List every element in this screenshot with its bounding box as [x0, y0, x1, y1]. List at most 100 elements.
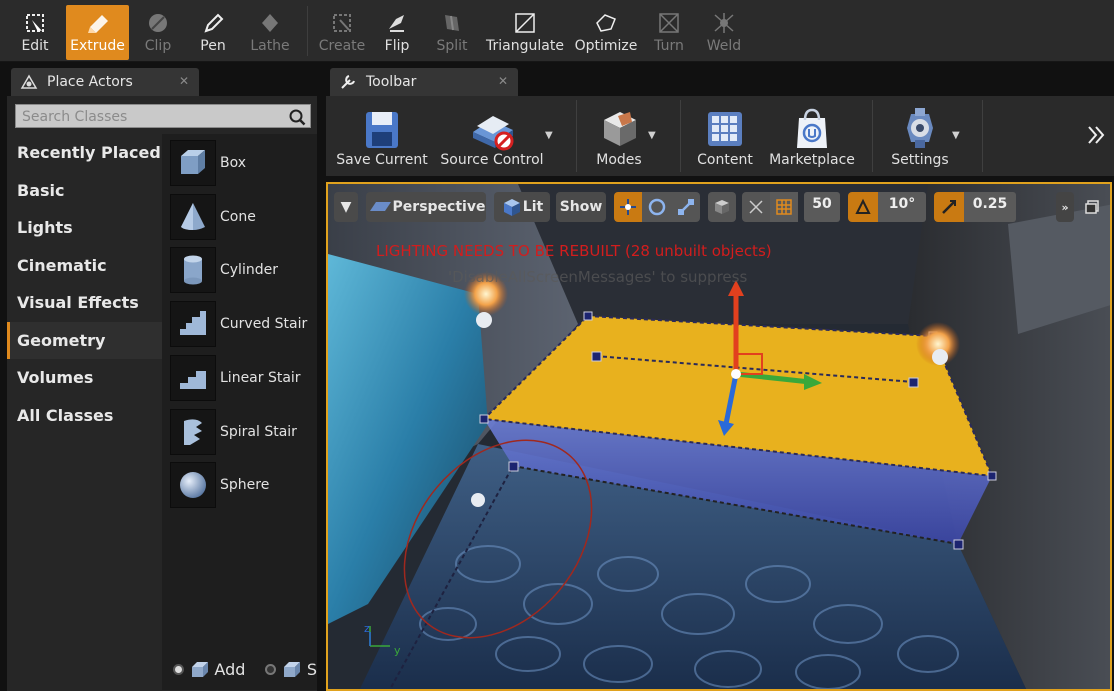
translate-mode-button[interactable] — [614, 192, 642, 222]
optimize-icon — [596, 14, 616, 32]
edit-icon — [26, 14, 44, 32]
settings-button[interactable]: Settings — [886, 102, 954, 172]
add-label: Add — [214, 659, 246, 679]
edit-tool-button[interactable]: Edit — [10, 5, 60, 60]
tab-toolbar[interactable]: Toolbar ✕ — [330, 68, 518, 96]
rotation-snap-value[interactable]: 10° — [878, 192, 926, 222]
extrude-icon — [87, 15, 108, 33]
restore-icon — [1085, 200, 1099, 214]
scale-snap-icon — [942, 200, 956, 214]
marketplace-button[interactable]: Marketplace — [766, 102, 858, 172]
chevron-right-icon: » — [1061, 200, 1069, 214]
lathe-tool-button[interactable]: Lathe — [244, 5, 296, 60]
category-cinematic[interactable]: Cinematic — [7, 247, 162, 285]
create-tool-button[interactable]: Create — [316, 5, 368, 60]
modes-icon — [604, 112, 636, 146]
turn-tool-button[interactable]: Turn — [646, 5, 692, 60]
curved-stair-icon — [170, 301, 216, 347]
flip-tool-button[interactable]: Flip — [374, 5, 420, 60]
save-current-button[interactable]: Save Current — [332, 102, 432, 172]
category-recently-placed[interactable]: Recently Placed — [7, 134, 162, 172]
modes-button[interactable]: Modes — [588, 102, 650, 172]
spiral-stair-icon — [170, 409, 216, 455]
actor-item-sphere[interactable]: Sphere — [170, 462, 269, 508]
rotate-mode-button[interactable] — [642, 192, 672, 222]
search-box — [15, 104, 311, 128]
clip-tool-button[interactable]: Clip — [135, 5, 181, 60]
lighting-warning-hint: 'DisableAllScreenMessages' to suppress — [448, 268, 748, 286]
cylinder-icon — [170, 247, 216, 293]
lit-button[interactable]: Lit — [494, 192, 550, 222]
world-local-button[interactable] — [708, 192, 736, 222]
subtract-brush-icon — [284, 662, 301, 677]
actor-item-curved-stair[interactable]: Curved Stair — [170, 301, 307, 347]
svg-text:y: y — [394, 644, 401, 657]
toolbar-divider — [576, 100, 577, 172]
scale-snap-value[interactable]: 0.25 — [964, 192, 1016, 222]
viewport-options-button[interactable]: ▼ — [334, 192, 358, 222]
place-actors-icon — [20, 74, 38, 89]
actor-item-box[interactable]: Box — [170, 140, 246, 186]
source-control-dropdown-icon[interactable]: ▼ — [545, 130, 553, 141]
category-list: Recently Placed Basic Lights Cinematic V… — [7, 134, 162, 434]
scale-snap-toggle[interactable] — [934, 192, 964, 222]
pen-tool-button[interactable]: Pen — [190, 5, 236, 60]
content-button[interactable]: Content — [692, 102, 758, 172]
search-input[interactable] — [22, 107, 282, 127]
box-icon — [170, 140, 216, 186]
toolbar-divider — [872, 100, 873, 172]
grid-snap-value[interactable]: 50 — [804, 192, 840, 222]
subtract-radio[interactable] — [265, 663, 277, 675]
scale-mode-button[interactable] — [672, 192, 700, 222]
rotation-snap-toggle[interactable] — [848, 192, 878, 222]
toolbar-divider — [680, 100, 681, 172]
split-tool-button[interactable]: Split — [428, 5, 476, 60]
tab-label: Toolbar — [366, 74, 417, 90]
category-volumes[interactable]: Volumes — [7, 359, 162, 397]
maximize-viewport-button[interactable] — [1080, 192, 1104, 222]
grid-snap-toggle[interactable] — [770, 192, 798, 222]
actor-item-spiral-stair[interactable]: Spiral Stair — [170, 409, 297, 455]
show-button[interactable]: Show — [556, 192, 606, 222]
turn-icon — [659, 13, 679, 33]
modes-dropdown-icon[interactable]: ▼ — [648, 130, 656, 141]
marketplace-icon — [797, 108, 827, 148]
close-icon[interactable]: ✕ — [179, 74, 189, 88]
add-radio[interactable] — [173, 663, 184, 675]
expand-toolbar-icon[interactable] — [1086, 124, 1106, 146]
actor-item-cone[interactable]: Cone — [170, 194, 256, 240]
cone-icon — [170, 194, 216, 240]
weld-tool-button[interactable]: Weld — [700, 5, 748, 60]
viewport-more-button[interactable]: » — [1056, 192, 1074, 222]
scene-render[interactable]: z y — [328, 184, 1112, 691]
category-lights[interactable]: Lights — [7, 209, 162, 247]
place-actors-panel: Recently Placed Basic Lights Cinematic V… — [7, 96, 317, 691]
scale-icon — [678, 199, 694, 215]
category-all-classes[interactable]: All Classes — [7, 397, 162, 435]
source-control-icon — [473, 116, 514, 151]
wrench-icon — [341, 75, 355, 89]
category-basic[interactable]: Basic — [7, 172, 162, 210]
close-icon[interactable]: ✕ — [498, 74, 508, 88]
triangulate-tool-button[interactable]: Triangulate — [484, 5, 566, 60]
angle-icon — [855, 198, 871, 214]
toolbar-divider — [307, 6, 308, 56]
search-icon[interactable] — [288, 108, 306, 126]
optimize-tool-button[interactable]: Optimize — [573, 5, 639, 60]
extrude-tool-button[interactable]: Extrude — [66, 5, 129, 60]
category-visual-effects[interactable]: Visual Effects — [7, 284, 162, 322]
actor-item-linear-stair[interactable]: Linear Stair — [170, 355, 301, 401]
triangulate-icon — [515, 13, 535, 33]
create-icon — [333, 14, 351, 32]
level-viewport[interactable]: z y ▼ Perspective Lit Show 50 10° 0.25 »… — [326, 182, 1112, 691]
category-geometry[interactable]: Geometry — [7, 321, 162, 359]
settings-dropdown-icon[interactable]: ▼ — [952, 130, 960, 141]
svg-text:z: z — [364, 622, 370, 635]
tab-place-actors[interactable]: Place Actors ✕ — [11, 68, 199, 96]
source-control-button[interactable]: Source Control — [436, 102, 548, 172]
settings-icon — [907, 108, 933, 148]
surface-snap-button[interactable] — [742, 192, 770, 222]
perspective-button[interactable]: Perspective — [366, 192, 486, 222]
actor-list: Box Cone Cylinder Curved Stair Linear St… — [162, 134, 317, 690]
actor-item-cylinder[interactable]: Cylinder — [170, 247, 278, 293]
